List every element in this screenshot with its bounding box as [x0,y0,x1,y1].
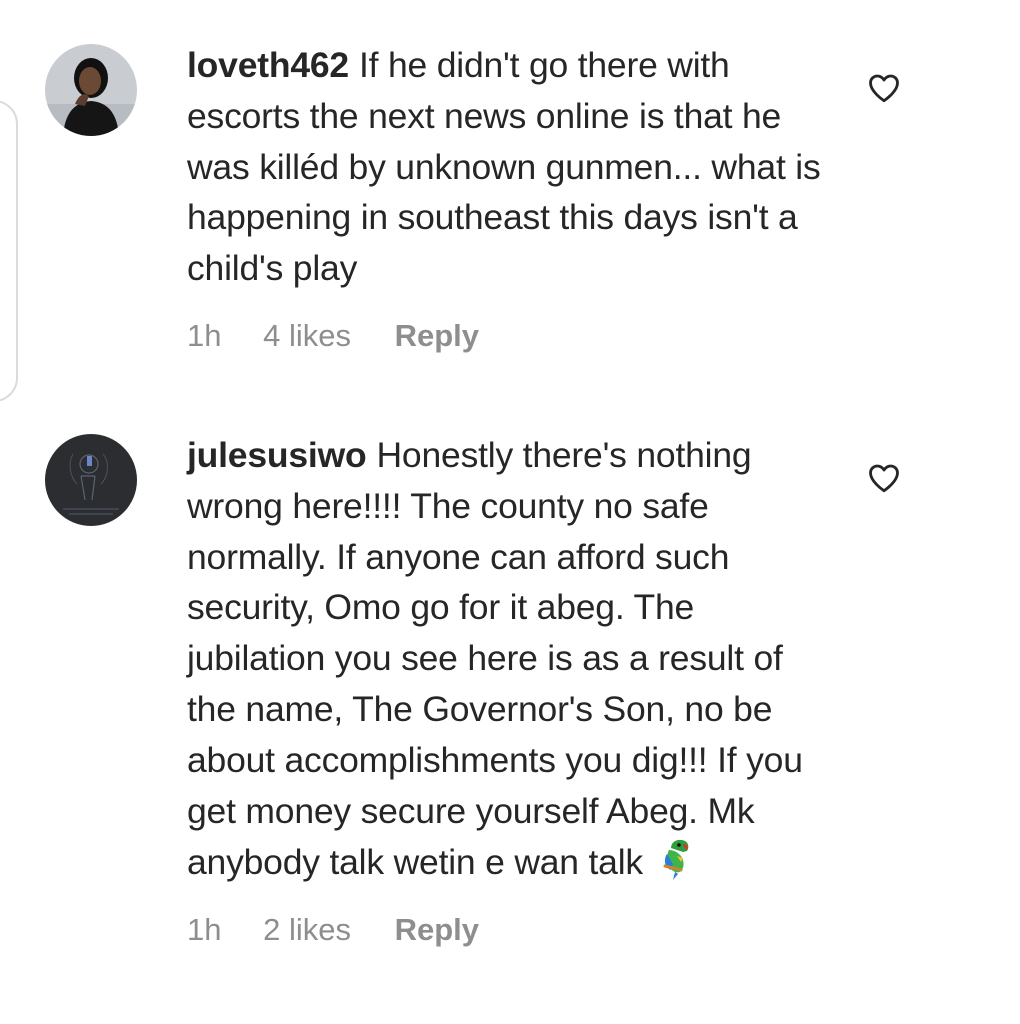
avatar-photo [45,434,137,526]
avatar[interactable] [45,44,137,136]
comment-meta: 1h 2 likes Reply [187,910,837,950]
comment-body: loveth462 If he didn't go there with esco… [187,40,837,356]
parrot-emoji-icon [657,836,699,882]
comment-time: 1h [187,912,222,948]
comment-likes[interactable]: 4 likes [263,316,351,356]
avatar-photo [45,44,137,136]
comment-meta: 1h 4 likes Reply [187,316,837,356]
comment-text: julesusiwo Honestly there's nothing wrong… [187,430,837,888]
comment-time: 1h [187,317,222,353]
comment-text: loveth462 If he didn't go there with esco… [187,40,837,294]
comment-username[interactable]: loveth462 [187,45,349,85]
avatar[interactable] [45,434,137,526]
heart-outline-icon[interactable] [866,460,902,496]
heart-outline-icon[interactable] [866,70,902,106]
comment-content: Honestly there's nothing wrong here!!!! … [187,435,803,883]
reply-button[interactable]: Reply [395,910,479,950]
reply-button[interactable]: Reply [395,316,479,356]
comments-view: loveth462 If he didn't go there with esco… [0,0,1020,1024]
side-panel-edge [0,100,18,402]
comment-username[interactable]: julesusiwo [187,435,367,475]
comment-body: julesusiwo Honestly there's nothing wrong… [187,430,837,950]
comment-likes[interactable]: 2 likes [263,910,351,950]
